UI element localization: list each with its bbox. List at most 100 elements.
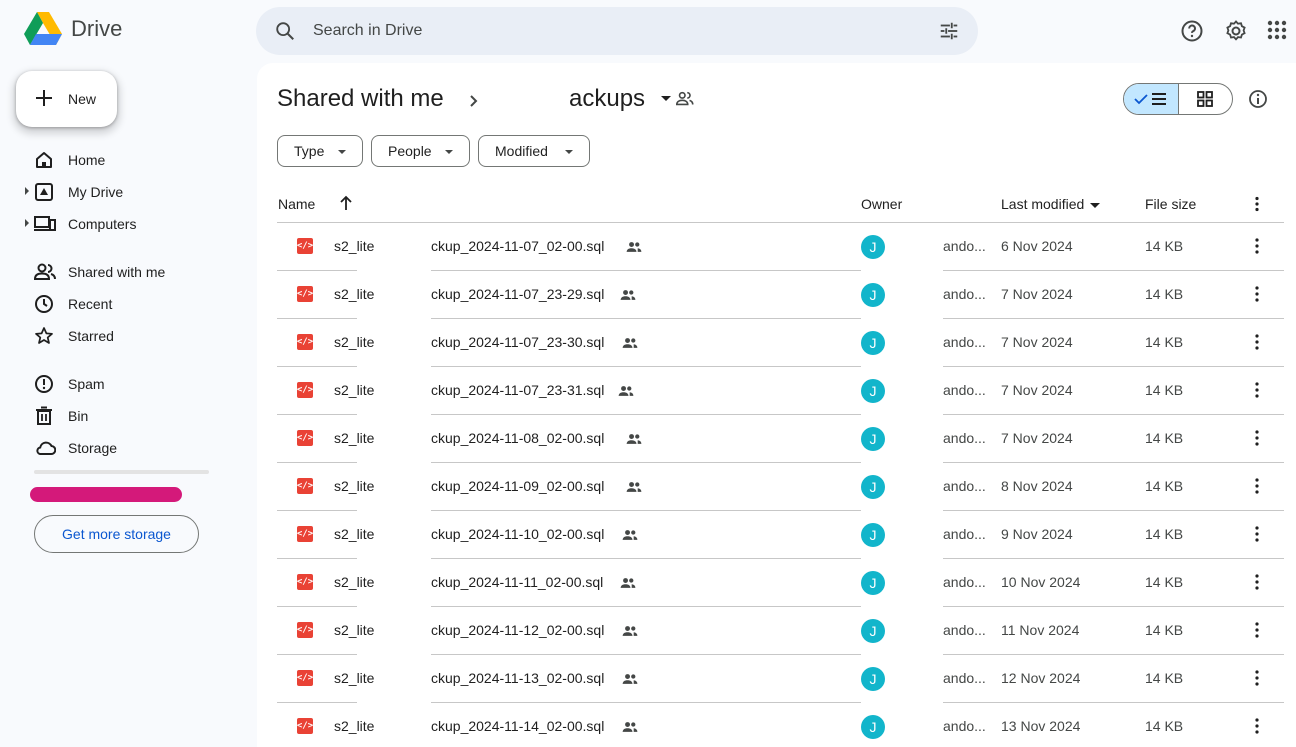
- more-options-icon[interactable]: [1249, 237, 1265, 255]
- owner-column-header[interactable]: Owner: [861, 196, 902, 212]
- file-name[interactable]: ckup_2024-11-13_02-00.sql: [431, 670, 604, 686]
- table-row[interactable]: </> s2_lite ckup_2024-11-10_02-00.sql Jando…: [277, 511, 1284, 559]
- file-name[interactable]: ckup_2024-11-14_02-00.sql: [431, 718, 604, 734]
- search-options-icon[interactable]: [938, 20, 960, 42]
- more-options-icon[interactable]: [1249, 381, 1265, 399]
- more-options-icon[interactable]: [1249, 333, 1265, 351]
- breadcrumb-root[interactable]: Shared with me: [277, 85, 444, 113]
- owner-avatar[interactable]: J: [861, 571, 885, 595]
- file-size-column-header[interactable]: File size: [1145, 196, 1196, 212]
- sql-file-icon: </>: [297, 238, 313, 254]
- file-name-prefix[interactable]: s2_lite: [334, 430, 374, 446]
- file-name-prefix[interactable]: s2_lite: [334, 574, 374, 590]
- owner-name: ando...: [943, 286, 986, 302]
- modified-filter-chip[interactable]: Modified: [478, 135, 590, 167]
- table-row[interactable]: </> s2_lite ckup_2024-11-08_02-00.sql Jando…: [277, 415, 1284, 463]
- people-filter-chip[interactable]: People: [371, 135, 470, 167]
- owner-avatar[interactable]: J: [861, 475, 885, 499]
- owner-avatar[interactable]: J: [861, 331, 885, 355]
- shared-folder-icon[interactable]: [675, 89, 695, 109]
- last-modified-label: Last modified: [1001, 196, 1085, 212]
- storage-usage-bar: [34, 470, 209, 474]
- more-options-icon[interactable]: [1249, 669, 1265, 687]
- help-icon[interactable]: [1180, 19, 1204, 43]
- more-options-icon[interactable]: [1249, 717, 1265, 735]
- file-name-prefix[interactable]: s2_lite: [334, 382, 374, 398]
- table-row[interactable]: </> s2_lite ckup_2024-11-09_02-00.sql Jando…: [277, 463, 1284, 511]
- file-name-prefix[interactable]: s2_lite: [334, 622, 374, 638]
- sidebar-item-my-drive[interactable]: My Drive: [0, 175, 240, 207]
- file-name[interactable]: ckup_2024-11-07_23-31.sql: [431, 382, 604, 398]
- more-options-icon[interactable]: [1249, 285, 1265, 303]
- owner-avatar[interactable]: J: [861, 427, 885, 451]
- file-name-prefix[interactable]: s2_lite: [334, 286, 374, 302]
- file-name[interactable]: ckup_2024-11-11_02-00.sql: [431, 574, 603, 590]
- owner-avatar[interactable]: J: [861, 379, 885, 403]
- file-name-prefix[interactable]: s2_lite: [334, 526, 374, 542]
- drive-logo[interactable]: Drive: [24, 12, 122, 46]
- owner-avatar[interactable]: J: [861, 523, 885, 547]
- file-name-prefix[interactable]: s2_lite: [334, 238, 374, 254]
- sort-ascending-arrow-icon[interactable]: [338, 194, 354, 212]
- table-row[interactable]: </> s2_lite ckup_2024-11-07_02-00.sql Jando…: [277, 223, 1284, 271]
- shared-icon: [620, 578, 636, 588]
- apps-grid-icon[interactable]: [1266, 19, 1288, 41]
- table-row[interactable]: </> s2_lite ckup_2024-11-11_02-00.sql Jando…: [277, 559, 1284, 607]
- file-name-prefix[interactable]: s2_lite: [334, 718, 374, 734]
- file-name-prefix[interactable]: s2_lite: [334, 334, 374, 350]
- file-name[interactable]: ckup_2024-11-07_23-30.sql: [431, 334, 604, 350]
- table-row[interactable]: </> s2_lite ckup_2024-11-07_23-31.sql Jando…: [277, 367, 1284, 415]
- more-options-icon[interactable]: [1249, 196, 1265, 212]
- sidebar-item-bin[interactable]: Bin: [0, 399, 240, 431]
- sidebar-item-computers[interactable]: Computers: [0, 207, 240, 239]
- owner-avatar[interactable]: J: [861, 619, 885, 643]
- last-modified-date: 10 Nov 2024: [1001, 574, 1081, 590]
- file-name-prefix[interactable]: s2_lite: [334, 478, 374, 494]
- search-bar[interactable]: Search in Drive: [256, 7, 978, 55]
- sidebar-item-recent[interactable]: Recent: [0, 287, 240, 319]
- table-row[interactable]: </> s2_lite ckup_2024-11-07_23-30.sql Jando…: [277, 319, 1284, 367]
- expand-caret-icon[interactable]: [25, 187, 29, 195]
- file-name[interactable]: ckup_2024-11-07_23-29.sql: [431, 286, 604, 302]
- more-options-icon[interactable]: [1249, 573, 1265, 591]
- more-options-icon[interactable]: [1249, 525, 1265, 543]
- grid-view-button[interactable]: [1179, 84, 1232, 114]
- more-options-icon[interactable]: [1249, 477, 1265, 495]
- list-view-button[interactable]: [1124, 84, 1179, 114]
- type-filter-chip[interactable]: Type: [277, 135, 363, 167]
- file-name[interactable]: ckup_2024-11-10_02-00.sql: [431, 526, 604, 542]
- sidebar-item-starred[interactable]: Starred: [0, 319, 240, 351]
- shared-with-me-icon: [34, 263, 56, 280]
- file-name-prefix[interactable]: s2_lite: [334, 670, 374, 686]
- owner-avatar[interactable]: J: [861, 667, 885, 691]
- search-input[interactable]: Search in Drive: [313, 22, 422, 40]
- more-options-icon[interactable]: [1249, 429, 1265, 447]
- expand-caret-icon[interactable]: [25, 219, 29, 227]
- last-modified-column-header[interactable]: Last modified: [1001, 196, 1101, 212]
- table-row[interactable]: </> s2_lite ckup_2024-11-07_23-29.sql Jando…: [277, 271, 1284, 319]
- folder-menu-caret-icon[interactable]: [661, 96, 671, 101]
- table-row[interactable]: </> s2_lite ckup_2024-11-13_02-00.sql Jando…: [277, 655, 1284, 703]
- table-row[interactable]: </> s2_lite ckup_2024-11-12_02-00.sql Jando…: [277, 607, 1284, 655]
- settings-icon[interactable]: [1224, 19, 1248, 43]
- info-icon[interactable]: [1248, 89, 1268, 109]
- file-name[interactable]: ckup_2024-11-08_02-00.sql: [431, 430, 604, 446]
- owner-avatar[interactable]: J: [861, 235, 885, 259]
- search-icon[interactable]: [274, 20, 296, 42]
- table-row[interactable]: </> s2_lite ckup_2024-11-14_02-00.sql Jando…: [277, 703, 1284, 747]
- sidebar-item-spam[interactable]: Spam: [0, 367, 240, 399]
- file-name[interactable]: ckup_2024-11-09_02-00.sql: [431, 478, 604, 494]
- file-name[interactable]: ckup_2024-11-07_02-00.sql: [431, 238, 604, 254]
- new-button[interactable]: New: [16, 71, 117, 127]
- file-name[interactable]: ckup_2024-11-12_02-00.sql: [431, 622, 604, 638]
- owner-avatar[interactable]: J: [861, 715, 885, 739]
- breadcrumb-current-folder[interactable]: ackups: [569, 85, 645, 113]
- name-column-header[interactable]: Name: [278, 196, 315, 212]
- sidebar-item-storage[interactable]: Storage: [0, 431, 240, 463]
- home-icon: [36, 152, 52, 168]
- get-more-storage-button[interactable]: Get more storage: [34, 515, 199, 553]
- owner-avatar[interactable]: J: [861, 283, 885, 307]
- sidebar-item-shared-with-me[interactable]: Shared with me: [0, 255, 240, 287]
- sidebar-item-home[interactable]: Home: [0, 143, 240, 175]
- more-options-icon[interactable]: [1249, 621, 1265, 639]
